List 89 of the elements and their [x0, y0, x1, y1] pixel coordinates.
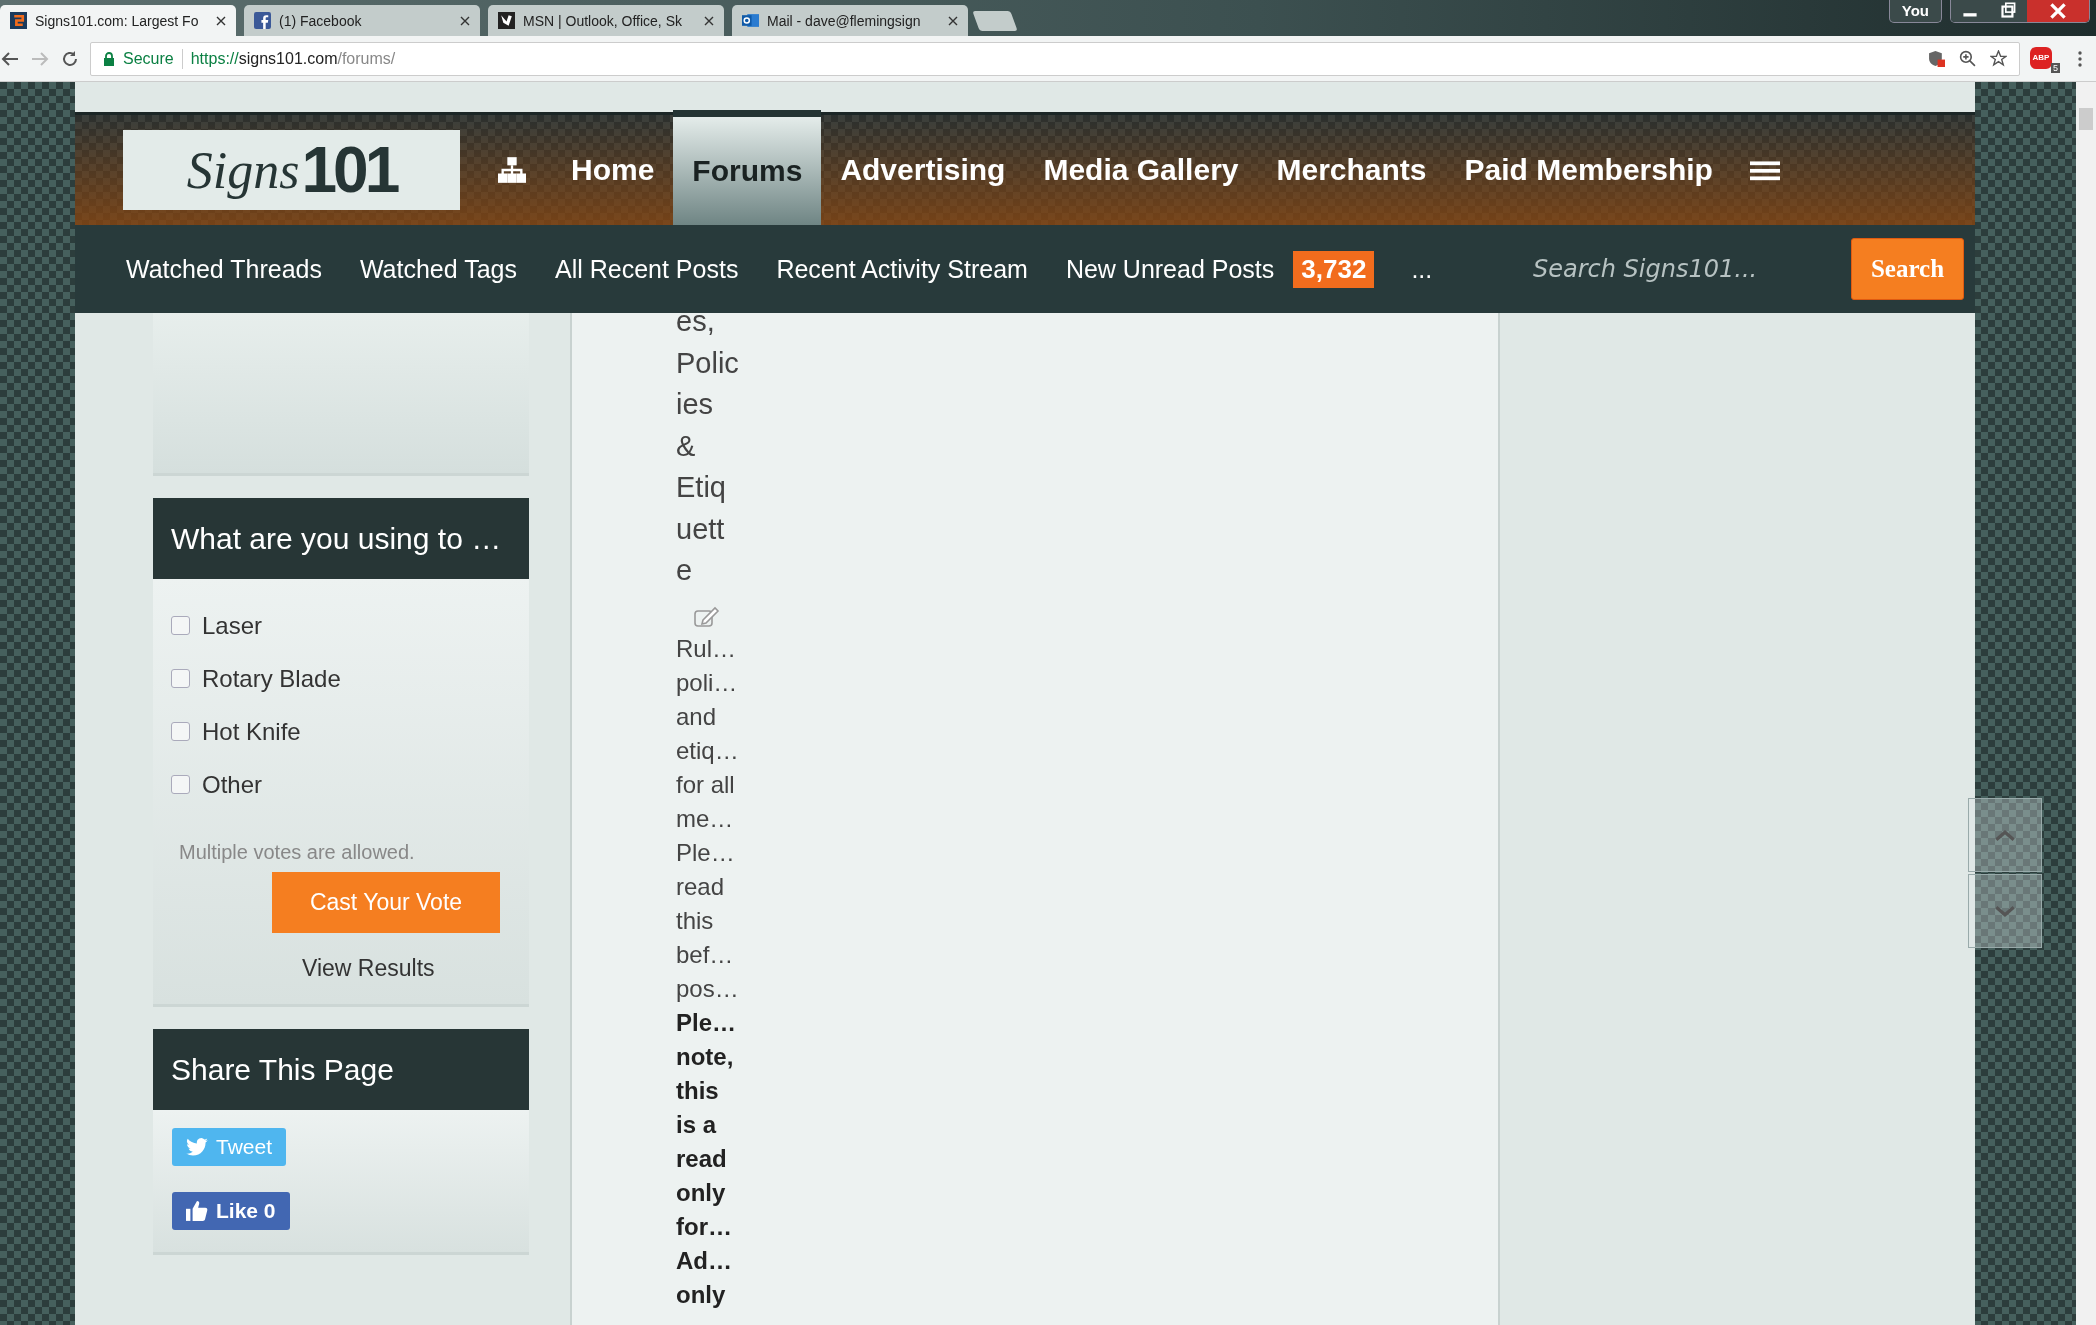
mail-app-icon	[742, 12, 759, 29]
close-icon[interactable]	[460, 15, 470, 26]
forum-description: bef…	[676, 939, 735, 970]
option-label[interactable]: Laser	[202, 611, 263, 640]
forum-description: only	[676, 1279, 727, 1310]
close-icon[interactable]	[2027, 0, 2089, 22]
poll-note: Multiple votes are allowed.	[179, 841, 416, 864]
forum-description: poli…	[676, 667, 739, 698]
forum-description: etiq…	[676, 735, 740, 766]
nav-link[interactable]: Recent Activity Stream	[757, 254, 1047, 284]
menu-icon[interactable]	[1749, 159, 1780, 181]
new-tab-button[interactable]	[972, 11, 1018, 31]
count-badge: 3,732	[1293, 250, 1375, 288]
panel-header: Share This Page	[153, 1029, 529, 1110]
zoom-icon[interactable]	[1959, 50, 1976, 67]
chevron-up-icon	[1994, 828, 2016, 842]
star-icon[interactable]	[1990, 50, 2007, 67]
search-field[interactable]: Search Signs101...	[1531, 254, 1835, 284]
forum-description: Ple…	[676, 1007, 738, 1038]
forum-title[interactable]: ies	[676, 384, 756, 426]
option-label[interactable]: Hot Knife	[202, 717, 301, 746]
nav-tab[interactable]: Forums	[673, 110, 822, 225]
forum-description: only	[676, 1177, 727, 1208]
edit-icon	[694, 605, 720, 628]
forum-title[interactable]: Etiq	[676, 467, 756, 509]
forum-title[interactable]: es,	[676, 313, 756, 343]
sitemap-icon[interactable]	[498, 157, 526, 183]
forum-description: is a	[676, 1109, 718, 1140]
forum-description: Rul…	[676, 633, 737, 664]
site-logo[interactable]: Signs101	[123, 130, 460, 210]
forum-description: read	[676, 871, 726, 902]
panel-header: What are you using to …	[153, 498, 529, 579]
browser-tab[interactable]: Mail - dave@flemingsign	[732, 5, 968, 36]
close-icon[interactable]	[216, 15, 226, 26]
forum-title[interactable]: e	[676, 550, 756, 592]
forum-description: this	[676, 905, 715, 936]
chevron-down-icon	[1994, 904, 2016, 918]
forum-title[interactable]: uett	[676, 508, 756, 550]
profile-button[interactable]: You	[1888, 0, 1942, 23]
nav-link[interactable]: ...	[1392, 254, 1452, 284]
nav-tab[interactable]: Home	[552, 130, 674, 210]
nav-link[interactable]: New Unread Posts	[1046, 254, 1294, 284]
close-icon[interactable]	[948, 15, 958, 26]
forum-description: this	[676, 1075, 720, 1106]
secure-label: Secure	[123, 49, 174, 68]
nav-tab[interactable]: Paid Membership	[1445, 130, 1732, 210]
like-button[interactable]: Like 0	[172, 1192, 290, 1230]
scroll-down-button[interactable]	[1968, 874, 2042, 948]
forum-title[interactable]: &	[676, 425, 756, 467]
shield-icon[interactable]	[1928, 50, 1945, 67]
checkbox[interactable]	[171, 775, 190, 794]
bird-icon	[186, 1138, 208, 1156]
nav-link[interactable]: Watched Threads	[107, 254, 341, 284]
browser-tab[interactable]: Signs101.com: Largest Fo	[0, 5, 236, 36]
maximize-icon[interactable]	[1989, 0, 2027, 22]
thumbs-up-icon	[186, 1200, 208, 1222]
scrollbar[interactable]	[2076, 82, 2096, 1325]
nav-tab[interactable]: Merchants	[1257, 130, 1446, 210]
url-text: https://signs101.com/forums/	[190, 49, 396, 68]
checkbox[interactable]	[171, 616, 190, 635]
option-label[interactable]: Other	[202, 770, 263, 799]
results-link[interactable]: View Results	[302, 955, 435, 982]
checkbox[interactable]	[171, 722, 190, 741]
favicon-icon	[10, 12, 27, 29]
browser-tab[interactable]: (1) Facebook	[244, 5, 480, 36]
facebook-icon	[254, 12, 271, 29]
address-bar[interactable]: Secure https://signs101.com/forums/	[90, 41, 2020, 76]
checkbox[interactable]	[171, 669, 190, 688]
scroll-up-button[interactable]	[1968, 798, 2042, 872]
forum-description: me…	[676, 803, 735, 834]
browser-tab[interactable]: MSN | Outlook, Office, Sk	[488, 5, 724, 36]
nav-tab[interactable]: Media Gallery	[1024, 130, 1258, 210]
forum-description: Ad…	[676, 1245, 733, 1276]
forum-description: for all	[676, 769, 736, 800]
option-label[interactable]: Rotary Blade	[202, 664, 341, 693]
forum-title[interactable]: Polic	[676, 342, 756, 384]
forum-description: and	[676, 701, 718, 732]
close-icon[interactable]	[704, 15, 714, 26]
nav-tab[interactable]: Advertising	[821, 130, 1025, 210]
forum-description: pos…	[676, 973, 740, 1004]
butterfly-icon	[498, 12, 515, 29]
nav-link[interactable]: All Recent Posts	[535, 254, 758, 284]
forum-description: for…	[676, 1211, 733, 1242]
forum-description: Ple…	[676, 837, 736, 868]
forum-description: read	[676, 1143, 728, 1174]
forum-description: note,	[676, 1041, 735, 1072]
minimize-icon[interactable]	[1951, 0, 1989, 22]
lock-icon	[103, 51, 115, 66]
nav-link[interactable]: Watched Tags	[340, 254, 536, 284]
